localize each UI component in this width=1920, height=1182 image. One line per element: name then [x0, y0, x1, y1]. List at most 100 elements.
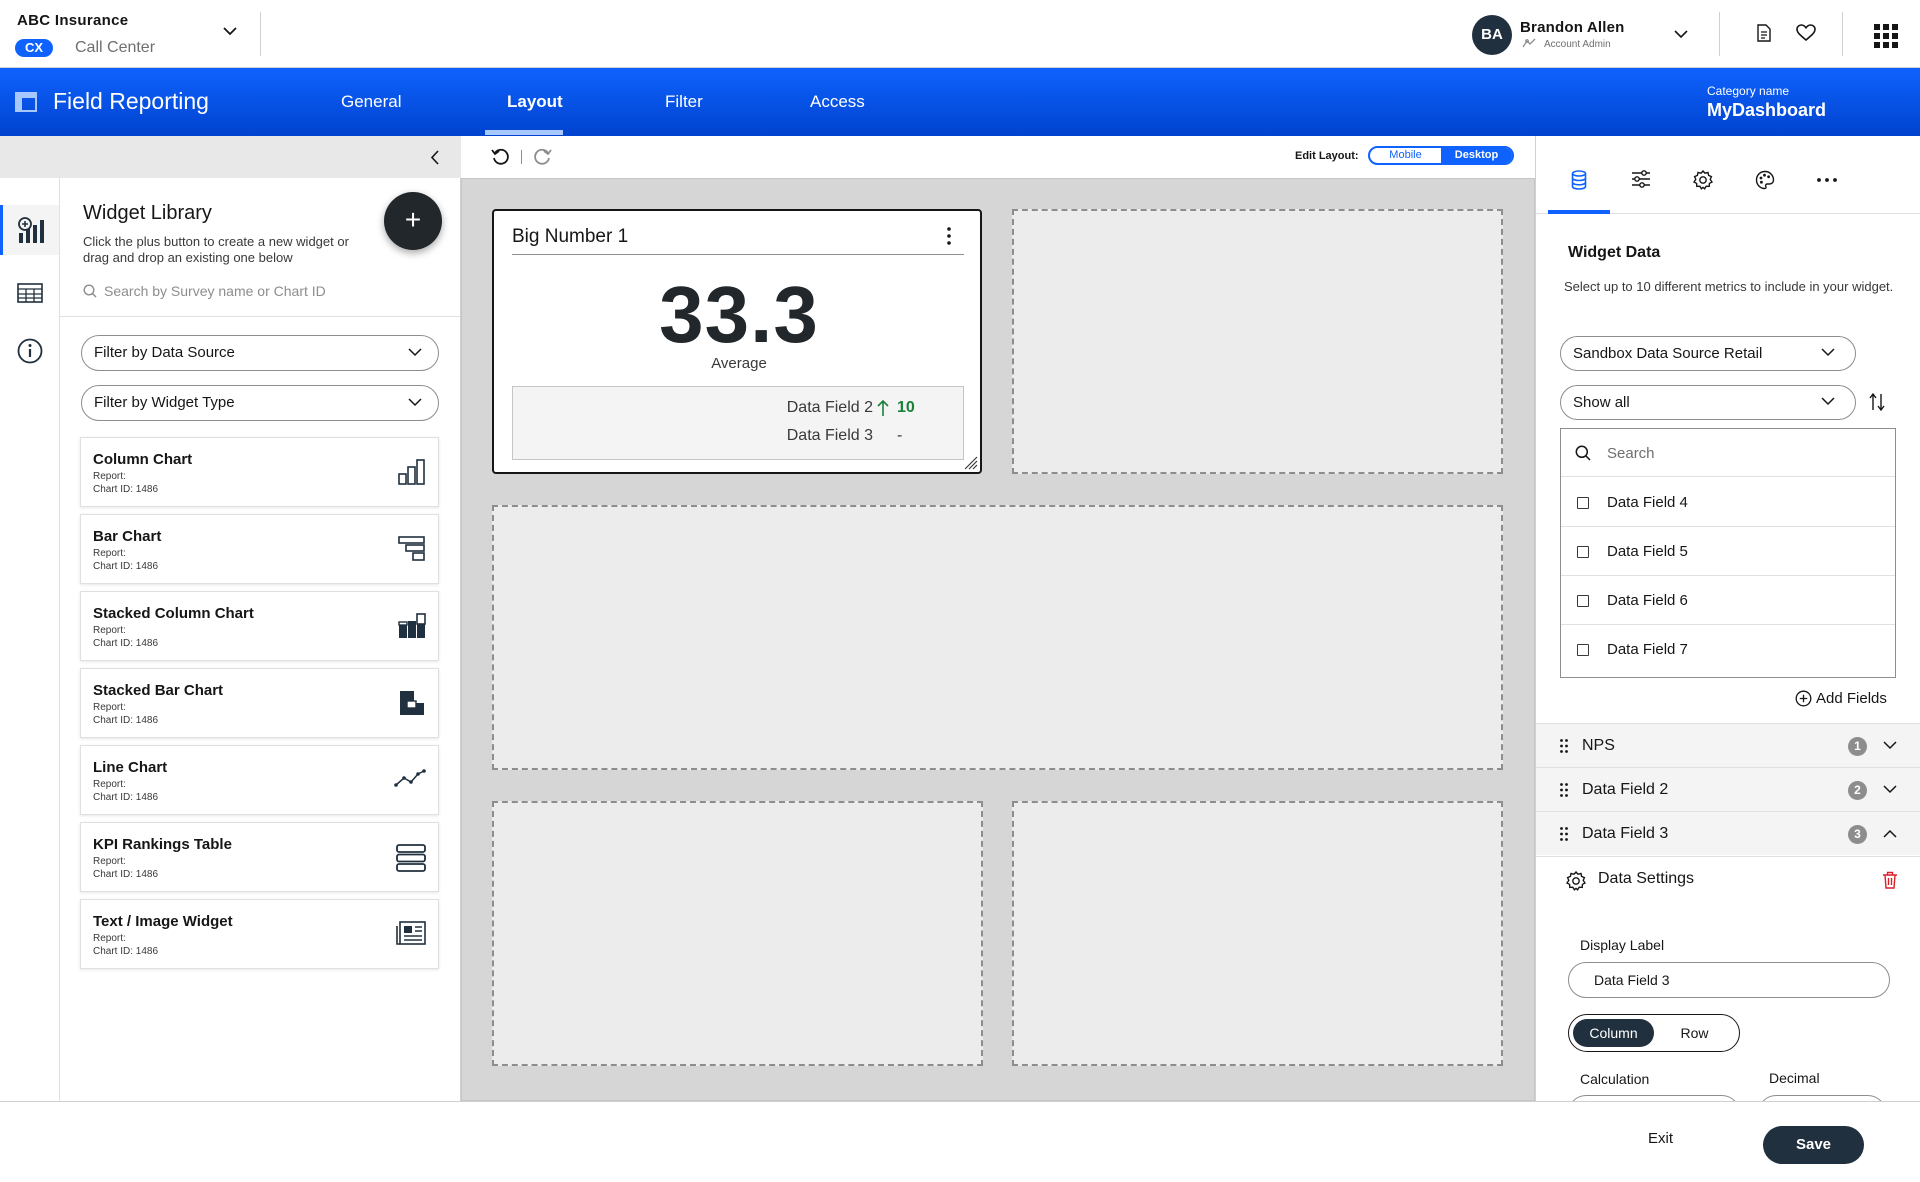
save-button[interactable]: Save	[1763, 1126, 1864, 1164]
chevron-down-icon[interactable]	[1883, 741, 1897, 750]
resize-handle-icon[interactable]	[964, 456, 978, 470]
undo-icon[interactable]	[491, 148, 509, 166]
library-search-input[interactable]	[104, 279, 434, 303]
field-order-badge: 2	[1848, 781, 1867, 800]
tab-access[interactable]: Access	[810, 92, 865, 112]
tab-widget-filters[interactable]	[1610, 170, 1672, 214]
widget-card-stacked-column-chart[interactable]: Stacked Column Chart Report: Chart ID: 1…	[80, 591, 439, 661]
divider	[521, 150, 522, 164]
widget-settings-panel: Widget Data Select up to 10 different me…	[1535, 136, 1920, 1115]
user-menu-chevron-icon[interactable]	[1674, 30, 1688, 39]
widget-card-kpi-rankings-table[interactable]: KPI Rankings Table Report: Chart ID: 148…	[80, 822, 439, 892]
filter-data-source-select[interactable]: Filter by Data Source	[81, 335, 439, 371]
chevron-up-icon[interactable]	[1883, 829, 1897, 838]
redo-icon[interactable]	[534, 148, 552, 166]
heart-icon[interactable]	[1796, 24, 1816, 42]
chevron-down-icon[interactable]	[1883, 785, 1897, 794]
avatar[interactable]: BA	[1472, 15, 1512, 55]
layout-option-mobile[interactable]: Mobile	[1370, 148, 1441, 163]
display-label-input[interactable]	[1568, 962, 1890, 998]
filter-widget-type-label: Filter by Widget Type	[94, 394, 235, 411]
drag-handle-icon[interactable]	[1560, 827, 1568, 841]
widget-card-bar-chart[interactable]: Bar Chart Report: Chart ID: 1486	[80, 514, 439, 584]
orientation-option-column[interactable]: Column	[1573, 1019, 1654, 1047]
widget-title: Big Number 1	[512, 226, 629, 247]
empty-widget-slot[interactable]	[1012, 801, 1503, 1066]
checkbox[interactable]	[1577, 595, 1589, 607]
filter-data-source-label: Filter by Data Source	[94, 344, 235, 361]
layout-option-desktop[interactable]: Desktop	[1441, 148, 1512, 163]
selected-field-row[interactable]: Data Field 3 3	[1536, 811, 1920, 855]
rail-item-tables[interactable]	[0, 268, 59, 318]
info-icon	[17, 338, 43, 364]
add-widget-button[interactable]: +	[384, 192, 442, 250]
tab-filter[interactable]: Filter	[665, 92, 703, 112]
show-filter-select[interactable]: Show all	[1560, 385, 1856, 420]
field-option[interactable]: Data Field 4	[1561, 478, 1895, 527]
divider	[1842, 12, 1843, 56]
rail-item-widgets[interactable]	[0, 205, 59, 255]
empty-widget-slot[interactable]	[1012, 209, 1503, 474]
data-source-value: Sandbox Data Source Retail	[1573, 345, 1763, 362]
big-number-widget[interactable]: Big Number 1 33.3 Average Data Field 2 1…	[492, 209, 982, 474]
selected-field-row[interactable]: NPS 1	[1536, 723, 1920, 767]
secondary-fields-box: Data Field 2 10 Data Field 3 -	[512, 386, 964, 460]
add-fields-button[interactable]: Add Fields	[1795, 690, 1887, 707]
sort-icon[interactable]	[1869, 392, 1885, 412]
user-name: Brandon Allen	[1520, 19, 1625, 36]
widget-card-text-image-widget[interactable]: Text / Image Widget Report: Chart ID: 14…	[80, 899, 439, 969]
empty-widget-slot[interactable]	[492, 505, 1503, 770]
tab-more[interactable]	[1796, 170, 1858, 214]
tab-widget-style[interactable]	[1734, 170, 1796, 214]
widget-card-report: Report:	[93, 702, 126, 713]
widget-card-report: Report:	[93, 933, 126, 944]
field-search	[1561, 429, 1895, 477]
orientation-option-row[interactable]: Row	[1654, 1019, 1735, 1047]
field-option-label: Data Field 6	[1607, 592, 1688, 609]
checkbox[interactable]	[1577, 546, 1589, 558]
field-option-label: Data Field 7	[1607, 641, 1688, 658]
data-source-select[interactable]: Sandbox Data Source Retail	[1560, 336, 1856, 371]
empty-widget-slot[interactable]	[492, 801, 983, 1066]
checkbox[interactable]	[1577, 644, 1589, 656]
collapse-chevron-left-icon[interactable]	[430, 150, 440, 165]
selected-field-label: Data Field 3	[1582, 825, 1669, 842]
field-search-input[interactable]	[1607, 441, 1877, 465]
widget-card-chart-id: Chart ID: 1486	[93, 638, 159, 649]
orientation-toggle[interactable]: Column Row	[1568, 1014, 1740, 1052]
chevron-down-icon	[1821, 397, 1835, 406]
app-switcher-grid-icon[interactable]	[1874, 24, 1898, 48]
overflow-menu-icon[interactable]	[947, 227, 951, 245]
rail-item-info[interactable]	[0, 326, 59, 376]
tab-general[interactable]: General	[341, 92, 401, 112]
selected-field-row[interactable]: Data Field 2 2	[1536, 767, 1920, 811]
org-switcher-chevron-icon[interactable]	[222, 26, 238, 36]
widget-card-line-chart[interactable]: Line Chart Report: Chart ID: 1486	[80, 745, 439, 815]
tab-layout[interactable]: Layout	[507, 92, 563, 112]
left-rail	[0, 178, 60, 1101]
edit-layout-label: Edit Layout:	[1295, 150, 1359, 162]
gear-icon	[1693, 170, 1713, 214]
top-bar: ABC Insurance CX Call Center BA Brandon …	[0, 0, 1920, 68]
field-option[interactable]: Data Field 5	[1561, 527, 1895, 576]
trash-icon[interactable]	[1882, 871, 1898, 889]
layout-mode-toggle[interactable]: Mobile Desktop	[1368, 146, 1514, 165]
app-header: Field Reporting General Layout Filter Ac…	[0, 68, 1920, 136]
filter-widget-type-select[interactable]: Filter by Widget Type	[81, 385, 439, 421]
checkbox[interactable]	[1577, 497, 1589, 509]
field-option[interactable]: Data Field 6	[1561, 576, 1895, 625]
data-settings-section: Data Settings Display Label Column Row C…	[1536, 856, 1920, 1115]
drag-handle-icon[interactable]	[1560, 783, 1568, 797]
org-subtitle: Call Center	[75, 39, 156, 56]
widget-card-column-chart[interactable]: Column Chart Report: Chart ID: 1486	[80, 437, 439, 507]
tab-widget-data[interactable]	[1548, 170, 1610, 214]
widget-card-stacked-bar-chart[interactable]: Stacked Bar Chart Report: Chart ID: 1486	[80, 668, 439, 738]
tab-widget-settings[interactable]	[1672, 170, 1734, 214]
document-icon[interactable]	[1757, 24, 1771, 42]
drag-handle-icon[interactable]	[1560, 739, 1568, 753]
widget-card-chart-id: Chart ID: 1486	[93, 946, 159, 957]
field-option[interactable]: Data Field 7	[1561, 625, 1895, 674]
field-picker-list: Data Field 4 Data Field 5 Data Field 6 D…	[1560, 428, 1896, 678]
active-tab-indicator	[485, 130, 563, 135]
exit-button[interactable]: Exit	[1648, 1130, 1673, 1147]
